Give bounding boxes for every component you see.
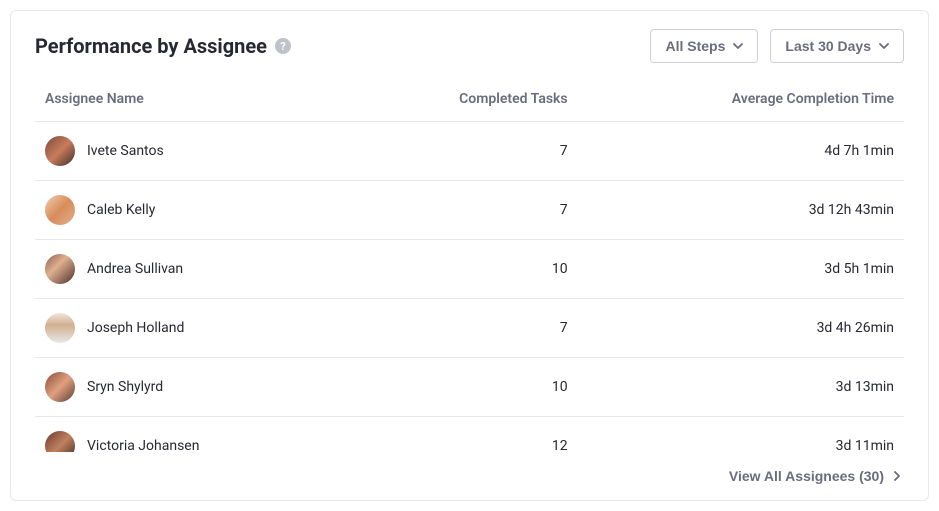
title-wrap: Performance by Assignee ? [35, 34, 291, 58]
avg-completion-time: 4d 7h 1min [578, 122, 904, 181]
table-row[interactable]: Caleb Kelly 73d 12h 43min [35, 181, 904, 240]
avatar [45, 136, 75, 166]
filter-range-label: Last 30 Days [785, 38, 871, 54]
completed-tasks: 12 [348, 417, 578, 453]
caret-down-icon [879, 43, 889, 49]
panel-footer: View All Assignees (30) [11, 452, 928, 500]
avatar [45, 313, 75, 343]
panel-header: Performance by Assignee ? All Steps Last… [11, 11, 928, 77]
caret-down-icon [733, 43, 743, 49]
panel-title: Performance by Assignee [35, 34, 267, 58]
assignee-name: Victoria Johansen [87, 438, 199, 452]
completed-tasks: 7 [348, 122, 578, 181]
table-row[interactable]: Joseph Holland 73d 4h 26min [35, 299, 904, 358]
assignee-cell: Victoria Johansen [35, 417, 348, 453]
table-row[interactable]: Victoria Johansen 123d 11min [35, 417, 904, 453]
avg-completion-time: 3d 4h 26min [578, 299, 904, 358]
avg-completion-time: 3d 11min [578, 417, 904, 453]
table-row[interactable]: Ivete Santos 74d 7h 1min [35, 122, 904, 181]
filter-steps-label: All Steps [665, 38, 725, 54]
avatar [45, 372, 75, 402]
assignee-cell: Sryn Shylyrd [35, 358, 348, 417]
col-completed: Completed Tasks [348, 77, 578, 122]
assignee-cell: Caleb Kelly [35, 181, 348, 240]
table-header-row: Assignee Name Completed Tasks Average Co… [35, 77, 904, 122]
completed-tasks: 7 [348, 181, 578, 240]
completed-tasks: 10 [348, 358, 578, 417]
performance-panel: Performance by Assignee ? All Steps Last… [10, 10, 929, 501]
assignee-name: Joseph Holland [87, 320, 184, 336]
assignee-name: Ivete Santos [87, 143, 164, 159]
assignee-name: Sryn Shylyrd [87, 379, 163, 395]
chevron-right-icon [894, 471, 900, 481]
header-controls: All Steps Last 30 Days [650, 29, 904, 63]
avatar [45, 254, 75, 284]
assignee-name: Andrea Sullivan [87, 261, 183, 277]
col-avg-time: Average Completion Time [578, 77, 904, 122]
avatar [45, 195, 75, 225]
col-assignee: Assignee Name [35, 77, 348, 122]
assignee-cell: Andrea Sullivan [35, 240, 348, 299]
assignee-name: Caleb Kelly [87, 202, 155, 218]
table-row[interactable]: Sryn Shylyrd 103d 13min [35, 358, 904, 417]
completed-tasks: 7 [348, 299, 578, 358]
table-row[interactable]: Andrea Sullivan 103d 5h 1min [35, 240, 904, 299]
view-all-assignees-button[interactable]: View All Assignees (30) [729, 468, 900, 484]
assignee-table: Assignee Name Completed Tasks Average Co… [35, 77, 904, 452]
assignee-cell: Ivete Santos [35, 122, 348, 181]
avatar [45, 431, 75, 452]
avg-completion-time: 3d 5h 1min [578, 240, 904, 299]
help-icon[interactable]: ? [275, 38, 291, 54]
avg-completion-time: 3d 12h 43min [578, 181, 904, 240]
filter-range-dropdown[interactable]: Last 30 Days [770, 29, 904, 63]
completed-tasks: 10 [348, 240, 578, 299]
avg-completion-time: 3d 13min [578, 358, 904, 417]
filter-steps-dropdown[interactable]: All Steps [650, 29, 758, 63]
view-all-label: View All Assignees (30) [729, 468, 884, 484]
table-scroll-container[interactable]: Assignee Name Completed Tasks Average Co… [11, 77, 928, 452]
assignee-cell: Joseph Holland [35, 299, 348, 358]
